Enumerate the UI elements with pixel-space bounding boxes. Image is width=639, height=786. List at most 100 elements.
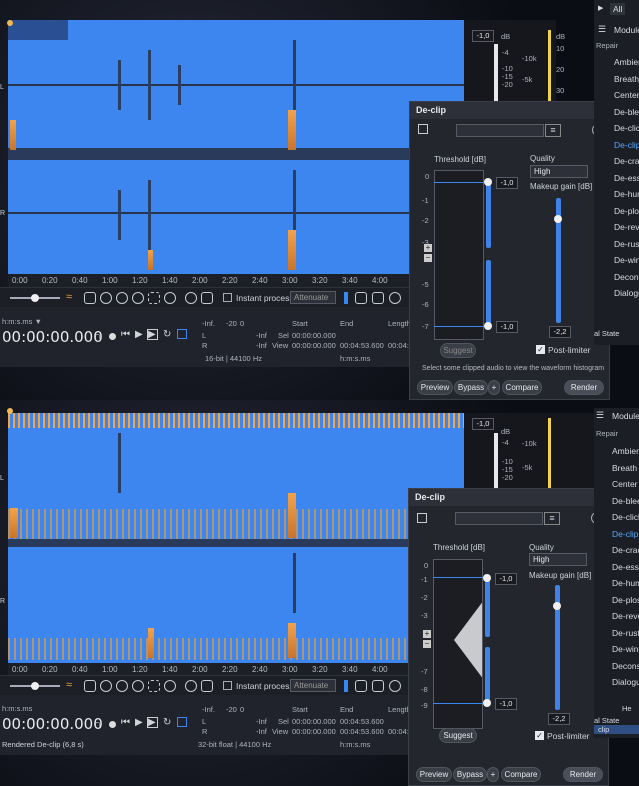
preset-select[interactable] <box>456 124 544 137</box>
lower-threshold-value[interactable]: -1,0 <box>496 321 518 333</box>
upper-threshold-slider[interactable] <box>486 182 491 248</box>
hand-icon[interactable] <box>201 680 213 692</box>
module-item[interactable]: De-ess <box>612 562 639 572</box>
play-selection-icon[interactable]: ▶ <box>147 329 158 340</box>
time-select-icon[interactable] <box>355 292 367 304</box>
time-format-select[interactable]: h:m:s.ms ▼ <box>2 317 42 326</box>
lower-threshold-slider[interactable] <box>486 260 491 326</box>
module-item[interactable]: Deconst <box>612 661 639 671</box>
list-icon[interactable] <box>84 292 96 304</box>
list-icon[interactable] <box>84 680 96 692</box>
attenuate-select[interactable]: Attenuate <box>290 291 336 304</box>
zoom-slider-knob[interactable] <box>31 682 39 690</box>
module-item[interactable]: De-plosive <box>614 206 639 216</box>
sel-end-value[interactable]: 00:04:53.600 <box>340 717 384 726</box>
skip-start-icon[interactable]: ⏮ <box>121 329 130 340</box>
instant-process-checkbox[interactable] <box>223 293 232 302</box>
spectrogram-icon[interactable]: ≈ <box>66 291 72 303</box>
zoom-fit-icon[interactable] <box>164 680 176 692</box>
upper-threshold-knob[interactable] <box>483 574 491 582</box>
module-item[interactable]: De-plos <box>612 595 639 605</box>
play-selection-icon[interactable]: ▶ <box>147 717 158 728</box>
makeup-gain-knob[interactable] <box>554 215 562 223</box>
render-button[interactable]: Render <box>563 767 603 782</box>
module-item[interactable]: Center E <box>612 479 639 489</box>
makeup-gain-knob[interactable] <box>553 602 561 610</box>
freq-select-icon[interactable] <box>372 680 384 692</box>
loop-icon[interactable]: ↻ <box>163 329 171 340</box>
playhead-marker[interactable] <box>7 20 13 26</box>
play-icon[interactable]: ▶ <box>135 329 143 340</box>
module-item[interactable]: De-wind <box>612 644 639 654</box>
bypass-button[interactable]: Bypass <box>453 767 487 782</box>
render-button[interactable]: Render <box>564 380 604 395</box>
sel-start-value[interactable]: 00:00:00.000 <box>292 331 336 340</box>
compare-button[interactable]: Compare <box>502 380 542 395</box>
bypass-plus-button[interactable]: + <box>488 380 500 395</box>
makeup-gain-value[interactable]: -2,2 <box>548 713 570 725</box>
upper-threshold-slider[interactable] <box>485 577 490 637</box>
zoom-plus-button[interactable]: + <box>423 630 431 638</box>
follow-icon[interactable] <box>177 717 187 727</box>
module-item[interactable]: De-crackle <box>614 156 639 166</box>
view-end-value[interactable]: 00:04:53.600 <box>340 727 384 736</box>
makeup-gain-value[interactable]: -2,2 <box>549 326 571 338</box>
magnify-icon[interactable] <box>185 680 197 692</box>
module-item[interactable]: De-reverb <box>614 222 639 232</box>
follow-icon[interactable] <box>177 329 187 339</box>
zoom-out-icon[interactable] <box>132 292 144 304</box>
upper-threshold-value[interactable]: -1,0 <box>495 573 517 585</box>
spectrogram-icon[interactable]: ≈ <box>66 679 72 691</box>
zoom-selection-icon[interactable] <box>148 292 160 304</box>
magnify-icon[interactable] <box>185 292 197 304</box>
module-item[interactable]: De-blee <box>612 496 639 506</box>
module-item[interactable]: De-hum <box>614 189 639 199</box>
module-item[interactable]: Center <box>614 90 639 100</box>
lasso-select-icon[interactable] <box>389 292 401 304</box>
quality-select[interactable]: High <box>529 553 587 566</box>
zoom-in-icon[interactable] <box>116 292 128 304</box>
bypass-button[interactable]: Bypass <box>454 380 488 395</box>
module-item[interactable]: Deconstruct <box>614 272 639 282</box>
time-select-icon[interactable] <box>355 680 367 692</box>
select-mode-icon[interactable] <box>344 680 348 692</box>
module-item[interactable]: Ambien <box>612 446 639 456</box>
lasso-select-icon[interactable] <box>389 680 401 692</box>
view-end-value[interactable]: 00:04:53.600 <box>340 341 384 350</box>
lower-threshold-knob[interactable] <box>483 699 491 707</box>
select-mode-icon[interactable] <box>344 292 348 304</box>
module-item[interactable]: De-ess <box>614 173 639 183</box>
lower-threshold-slider[interactable] <box>485 647 490 703</box>
headphones-icon[interactable]: ∩ <box>94 719 101 730</box>
loop-icon[interactable]: ↻ <box>163 717 171 728</box>
all-filter[interactable]: All <box>610 3 626 15</box>
module-item[interactable]: Breath C <box>612 463 639 473</box>
sel-start-value[interactable]: 00:00:00.000 <box>292 717 336 726</box>
post-limiter-checkbox[interactable]: ✓ <box>536 345 545 354</box>
zoom-in-icon[interactable] <box>116 680 128 692</box>
module-item[interactable]: Dialogue <box>614 288 639 298</box>
timeline-ruler-top[interactable]: 0:00 0:20 0:40 1:00 1:20 1:40 2:00 2:20 … <box>8 274 464 287</box>
preset-icon[interactable] <box>418 124 428 134</box>
zoom-selection-icon[interactable] <box>148 680 160 692</box>
preview-button[interactable]: Preview <box>417 380 453 395</box>
module-item[interactable]: De-wind <box>614 255 639 265</box>
preset-icon[interactable] <box>417 513 427 523</box>
waveform-bottom[interactable] <box>8 413 464 663</box>
module-item-selected[interactable]: De-clip <box>612 529 638 539</box>
zoom-fit-icon[interactable] <box>164 292 176 304</box>
module-item[interactable]: De-click <box>614 123 639 133</box>
play-icon[interactable]: ▶ <box>135 717 143 728</box>
view-start-value[interactable]: 00:00:00.000 <box>292 341 336 350</box>
module-item[interactable]: De-click <box>612 512 639 522</box>
waveform-top[interactable] <box>8 20 464 274</box>
zoom-minus-button[interactable]: − <box>424 254 432 262</box>
post-limiter-checkbox[interactable]: ✓ <box>535 731 544 740</box>
zoom-out-icon[interactable] <box>132 680 144 692</box>
preset-select[interactable] <box>455 512 543 525</box>
view-start-value[interactable]: 00:00:00.000 <box>292 727 336 736</box>
module-item[interactable]: De-rust <box>612 628 639 638</box>
time-format-select[interactable]: h:m:s.ms <box>2 704 32 713</box>
zoom-minus-button[interactable]: − <box>423 640 431 648</box>
headphones-icon[interactable]: ∩ <box>94 331 101 342</box>
